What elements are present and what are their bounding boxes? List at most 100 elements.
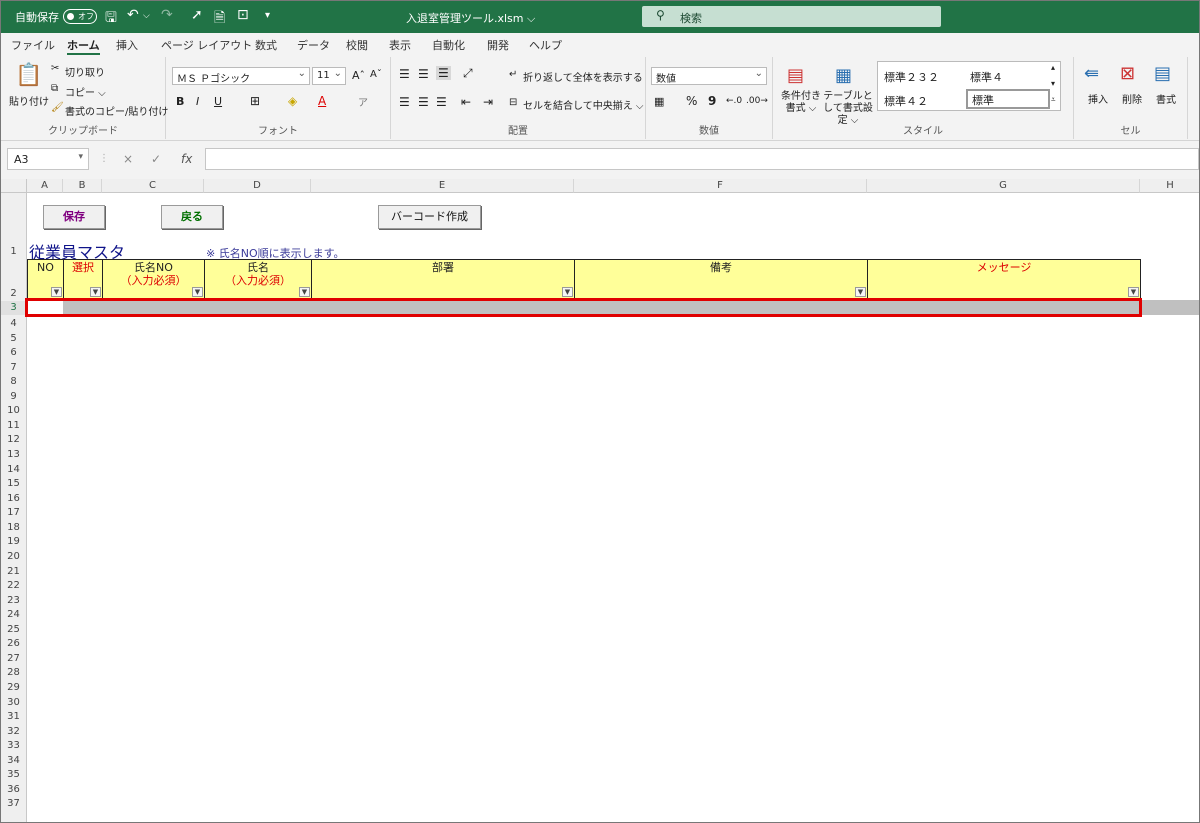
- font-name-select[interactable]: ＭＳ Ｐゴシック: [172, 67, 310, 85]
- filter-dropdown-message[interactable]: ▼: [1128, 287, 1139, 297]
- shrink-font-icon[interactable]: Aˇ: [370, 69, 382, 80]
- tab-data[interactable]: データ: [297, 37, 330, 53]
- bold-button[interactable]: B: [176, 95, 184, 108]
- row-header-3[interactable]: 3: [1, 301, 27, 315]
- row-header-28[interactable]: 28: [1, 666, 27, 681]
- customize-toolbar-icon[interactable]: ▾: [265, 10, 270, 21]
- row-header-15[interactable]: 15: [1, 477, 27, 492]
- row-header-22[interactable]: 22: [1, 579, 27, 594]
- gallery-up-icon[interactable]: ▴: [1051, 63, 1055, 72]
- cut-button[interactable]: 切り取り: [65, 64, 105, 79]
- autosave-toggle[interactable]: オフ: [63, 9, 97, 24]
- save-sheet-button[interactable]: 保存: [43, 205, 105, 229]
- copy-button[interactable]: コピー ⌵: [65, 84, 106, 99]
- style-hyojun-42[interactable]: 標準４２: [884, 93, 928, 109]
- borders-icon[interactable]: ⊞: [250, 94, 260, 108]
- underline-button[interactable]: U: [214, 95, 222, 108]
- filter-dropdown-no[interactable]: ▼: [51, 287, 62, 297]
- col-header-a[interactable]: A: [27, 179, 63, 193]
- align-bottom-icon[interactable]: ☰: [436, 66, 451, 80]
- row-header-18[interactable]: 18: [1, 520, 27, 536]
- row-header-19[interactable]: 19: [1, 535, 27, 550]
- row-header-25[interactable]: 25: [1, 622, 27, 638]
- formula-input[interactable]: [205, 148, 1199, 170]
- tab-developer[interactable]: 開発: [487, 37, 509, 53]
- row-header-33[interactable]: 33: [1, 739, 27, 754]
- row-header-32[interactable]: 32: [1, 724, 27, 740]
- name-box[interactable]: A3: [7, 148, 89, 170]
- increase-indent-icon[interactable]: ⇥: [483, 95, 493, 109]
- row-header-29[interactable]: 29: [1, 681, 27, 696]
- format-table-icon[interactable]: ▦: [835, 65, 852, 86]
- paste-button[interactable]: 貼り付け: [9, 93, 49, 108]
- filter-dropdown-name-no[interactable]: ▼: [192, 287, 203, 297]
- number-format-select[interactable]: 数値: [651, 67, 767, 85]
- filter-dropdown-select[interactable]: ▼: [90, 287, 101, 297]
- row-header-2[interactable]: 2: [1, 287, 27, 300]
- merge-icon[interactable]: ⊟: [509, 97, 517, 108]
- align-top-icon[interactable]: ☰: [399, 67, 410, 81]
- col-header-f[interactable]: F: [574, 179, 867, 193]
- row-header-12[interactable]: 12: [1, 433, 27, 449]
- row-header-21[interactable]: 21: [1, 564, 27, 580]
- row-header-17[interactable]: 17: [1, 506, 27, 521]
- row-header-20[interactable]: 20: [1, 549, 27, 565]
- select-all-corner[interactable]: [1, 179, 27, 193]
- filter-dropdown-dept[interactable]: ▼: [562, 287, 573, 297]
- text-box-icon[interactable]: ⊡: [237, 7, 249, 23]
- grow-font-icon[interactable]: Aˆ: [352, 69, 365, 82]
- style-hyojun-232[interactable]: 標準２３２: [884, 69, 939, 85]
- merge-center-button[interactable]: セルを結合して中央揃え ⌵: [523, 97, 643, 112]
- style-hyojun-4[interactable]: 標準４: [970, 69, 1003, 85]
- gallery-down-icon[interactable]: ▾: [1051, 79, 1055, 88]
- tab-automate[interactable]: 自動化: [432, 37, 465, 53]
- conditional-format-button[interactable]: 条件付き書式 ⌵: [779, 91, 823, 115]
- accounting-icon[interactable]: ▦: [654, 95, 664, 108]
- font-color-icon[interactable]: A: [318, 94, 326, 108]
- decrease-indent-icon[interactable]: ⇤: [461, 95, 471, 109]
- row-header-13[interactable]: 13: [1, 448, 27, 463]
- phonetic-icon[interactable]: ア: [358, 94, 368, 109]
- font-size-select[interactable]: 11: [312, 67, 346, 85]
- save-icon[interactable]: 🖫: [105, 7, 117, 31]
- tab-insert[interactable]: 挿入: [116, 37, 138, 53]
- tab-review[interactable]: 校閲: [346, 37, 368, 53]
- tab-view[interactable]: 表示: [389, 37, 411, 53]
- increase-decimal-icon[interactable]: ←.0: [726, 96, 742, 106]
- row-header-23[interactable]: 23: [1, 593, 27, 609]
- file-name[interactable]: 入退室管理ツール.xlsm ⌵: [406, 10, 535, 26]
- col-header-c[interactable]: C: [102, 179, 204, 193]
- tab-page-layout[interactable]: ページ レイアウト: [161, 37, 252, 53]
- undo-icon[interactable]: ↶: [127, 7, 139, 23]
- row-header-10[interactable]: 10: [1, 404, 27, 419]
- orientation-icon[interactable]: ⤢: [463, 66, 473, 81]
- filter-dropdown-remarks[interactable]: ▼: [855, 287, 866, 297]
- gallery-more-icon[interactable]: ⩡: [1051, 95, 1056, 105]
- row-header-7[interactable]: 7: [1, 360, 27, 376]
- wrap-icon[interactable]: ↵: [509, 69, 517, 80]
- col-header-d[interactable]: D: [204, 179, 311, 193]
- row-header-11[interactable]: 11: [1, 418, 27, 434]
- row-header-24[interactable]: 24: [1, 608, 27, 623]
- align-left-icon[interactable]: ☰: [399, 95, 410, 109]
- align-center-icon[interactable]: ☰: [418, 95, 429, 109]
- tab-help[interactable]: ヘルプ: [529, 37, 562, 53]
- insert-cells-icon[interactable]: ⇚: [1084, 63, 1099, 84]
- create-barcode-button[interactable]: バーコード作成: [378, 205, 481, 229]
- enter-icon[interactable]: ✓: [151, 152, 161, 166]
- undo-dropdown-icon[interactable]: ⌵: [143, 11, 150, 21]
- document-icon[interactable]: 🗎: [214, 7, 225, 31]
- delete-cells-icon[interactable]: ⊠: [1120, 63, 1135, 84]
- cut-icon[interactable]: ✂: [51, 63, 59, 74]
- tab-file[interactable]: ファイル: [11, 37, 55, 53]
- row-header-5[interactable]: 5: [1, 331, 27, 347]
- back-button[interactable]: 戻る: [161, 205, 223, 229]
- col-header-e[interactable]: E: [311, 179, 574, 193]
- align-middle-icon[interactable]: ☰: [418, 67, 429, 81]
- row-header-34[interactable]: 34: [1, 753, 27, 769]
- paste-icon[interactable]: 📋: [15, 63, 42, 88]
- format-painter-icon[interactable]: 🖌: [51, 102, 64, 113]
- insert-function-icon[interactable]: fx: [181, 152, 192, 166]
- row-header-31[interactable]: 31: [1, 710, 27, 725]
- row-header-35[interactable]: 35: [1, 768, 27, 783]
